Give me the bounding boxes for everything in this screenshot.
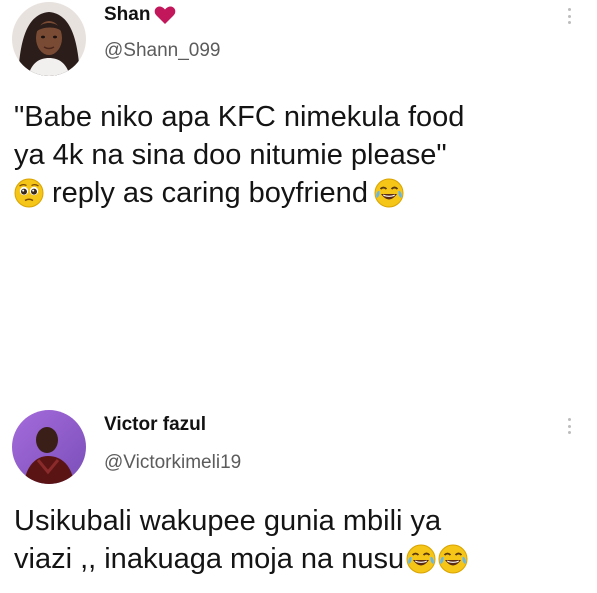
tweet-text-line-with-emoji: reply as caring boyfriend bbox=[14, 174, 583, 212]
tweet-text: "Babe niko apa KFC nimekula food ya 4k n… bbox=[14, 98, 583, 212]
tweet-victor[interactable]: Victor fazul @Victorkimeli19 Usikubali w… bbox=[0, 392, 597, 593]
tweet-text-segment: reply as caring boyfriend bbox=[52, 177, 368, 209]
avatar-victor[interactable] bbox=[12, 410, 86, 484]
user-handle[interactable]: @Shann_099 bbox=[104, 40, 221, 62]
tweet-text: Usikubali wakupee gunia mbili ya viazi ,… bbox=[14, 502, 583, 578]
user-handle[interactable]: @Victorkimeli19 bbox=[104, 452, 241, 474]
heart-icon bbox=[154, 5, 176, 25]
display-name-text[interactable]: Shan bbox=[104, 4, 150, 26]
tweet-text-segment: viazi ,, inakuaga moja na nusu bbox=[14, 543, 405, 575]
more-options-icon[interactable] bbox=[564, 418, 574, 434]
tweet-text-line: Usikubali wakupee gunia mbili ya bbox=[14, 505, 442, 537]
tears-of-joy-emoji-icon bbox=[406, 544, 436, 574]
display-name[interactable]: Shan bbox=[104, 4, 176, 26]
screenshot-page: Shan @Shann_099 "Babe niko apa KFC nimek… bbox=[0, 0, 597, 593]
avatar-shan[interactable] bbox=[12, 2, 86, 76]
tweet-text-line: "Babe niko apa KFC nimekula food bbox=[14, 101, 465, 133]
more-options-icon[interactable] bbox=[564, 8, 574, 24]
tweet-text-line: ya 4k na sina doo nitumie please" bbox=[14, 139, 447, 171]
display-name-text[interactable]: Victor fazul bbox=[104, 414, 206, 436]
display-name[interactable]: Victor fazul bbox=[104, 414, 206, 436]
tweet-shan[interactable]: Shan @Shann_099 "Babe niko apa KFC nimek… bbox=[0, 0, 597, 300]
tears-of-joy-emoji-icon bbox=[374, 178, 404, 208]
tweet-text-line-with-emoji: viazi ,, inakuaga moja na nusu bbox=[14, 540, 583, 578]
pleading-face-emoji-icon bbox=[14, 178, 44, 208]
tears-of-joy-emoji-icon bbox=[438, 544, 468, 574]
